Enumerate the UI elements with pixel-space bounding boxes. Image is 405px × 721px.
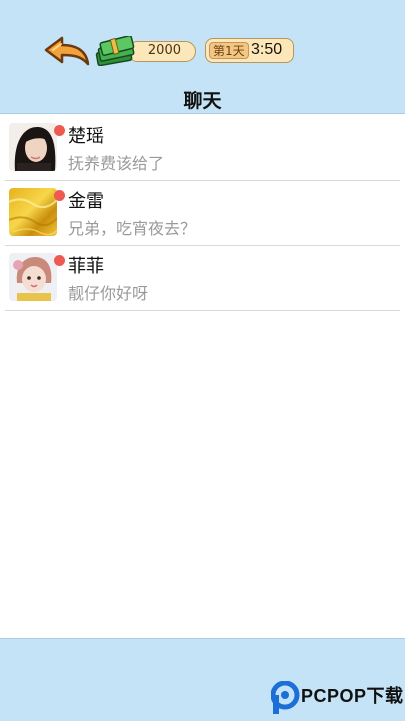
money-stack-icon	[94, 35, 136, 67]
watermark-brand: PCPOP下载	[301, 686, 404, 706]
chat-item-feifei[interactable]: 菲菲 靓仔你好呀	[5, 246, 400, 311]
chat-name: 金雷	[68, 191, 104, 212]
pcpop-logo-icon	[271, 681, 300, 714]
bottom-bar: PCPOP下载	[0, 638, 405, 721]
money-display: 2000	[127, 41, 196, 62]
chat-preview: 兄弟，吃宵夜去？	[68, 219, 197, 238]
gold-texture-avatar	[9, 188, 57, 236]
page-title: 聊天	[183, 90, 222, 112]
chat-preview: 靓仔你好呀	[68, 284, 149, 303]
top-bar: 2000 第1天 3:50 聊天	[0, 0, 405, 114]
unread-dot	[54, 190, 65, 201]
back-button[interactable]	[44, 36, 90, 68]
watermark: PCPOP下载	[271, 681, 403, 715]
time-label: 3:50	[251, 41, 283, 58]
avatar-wrap	[9, 188, 65, 236]
woman-portrait-avatar	[9, 123, 57, 171]
chat-item-jinlei[interactable]: 金雷 兄弟，吃宵夜去？	[5, 181, 400, 246]
chat-item-chuyao[interactable]: 楚瑶 抚养费该给了	[5, 116, 400, 181]
chat-preview: 抚养费该给了	[68, 154, 165, 173]
day-label: 第1天	[209, 42, 249, 59]
avatar-wrap	[9, 123, 65, 171]
unread-dot	[54, 125, 65, 136]
chat-list: 楚瑶 抚养费该给了 金雷 兄弟，吃宵夜去？ 菲菲 靓仔你好呀	[5, 116, 400, 311]
chat-name: 楚瑶	[68, 126, 104, 147]
chat-name: 菲菲	[68, 256, 104, 277]
avatar-wrap	[9, 253, 65, 301]
girl-portrait-avatar	[9, 253, 57, 301]
unread-dot	[54, 255, 65, 266]
back-arrow-icon	[44, 36, 90, 66]
money-value: 2000	[147, 43, 181, 58]
day-time-display: 第1天 3:50	[205, 38, 294, 63]
